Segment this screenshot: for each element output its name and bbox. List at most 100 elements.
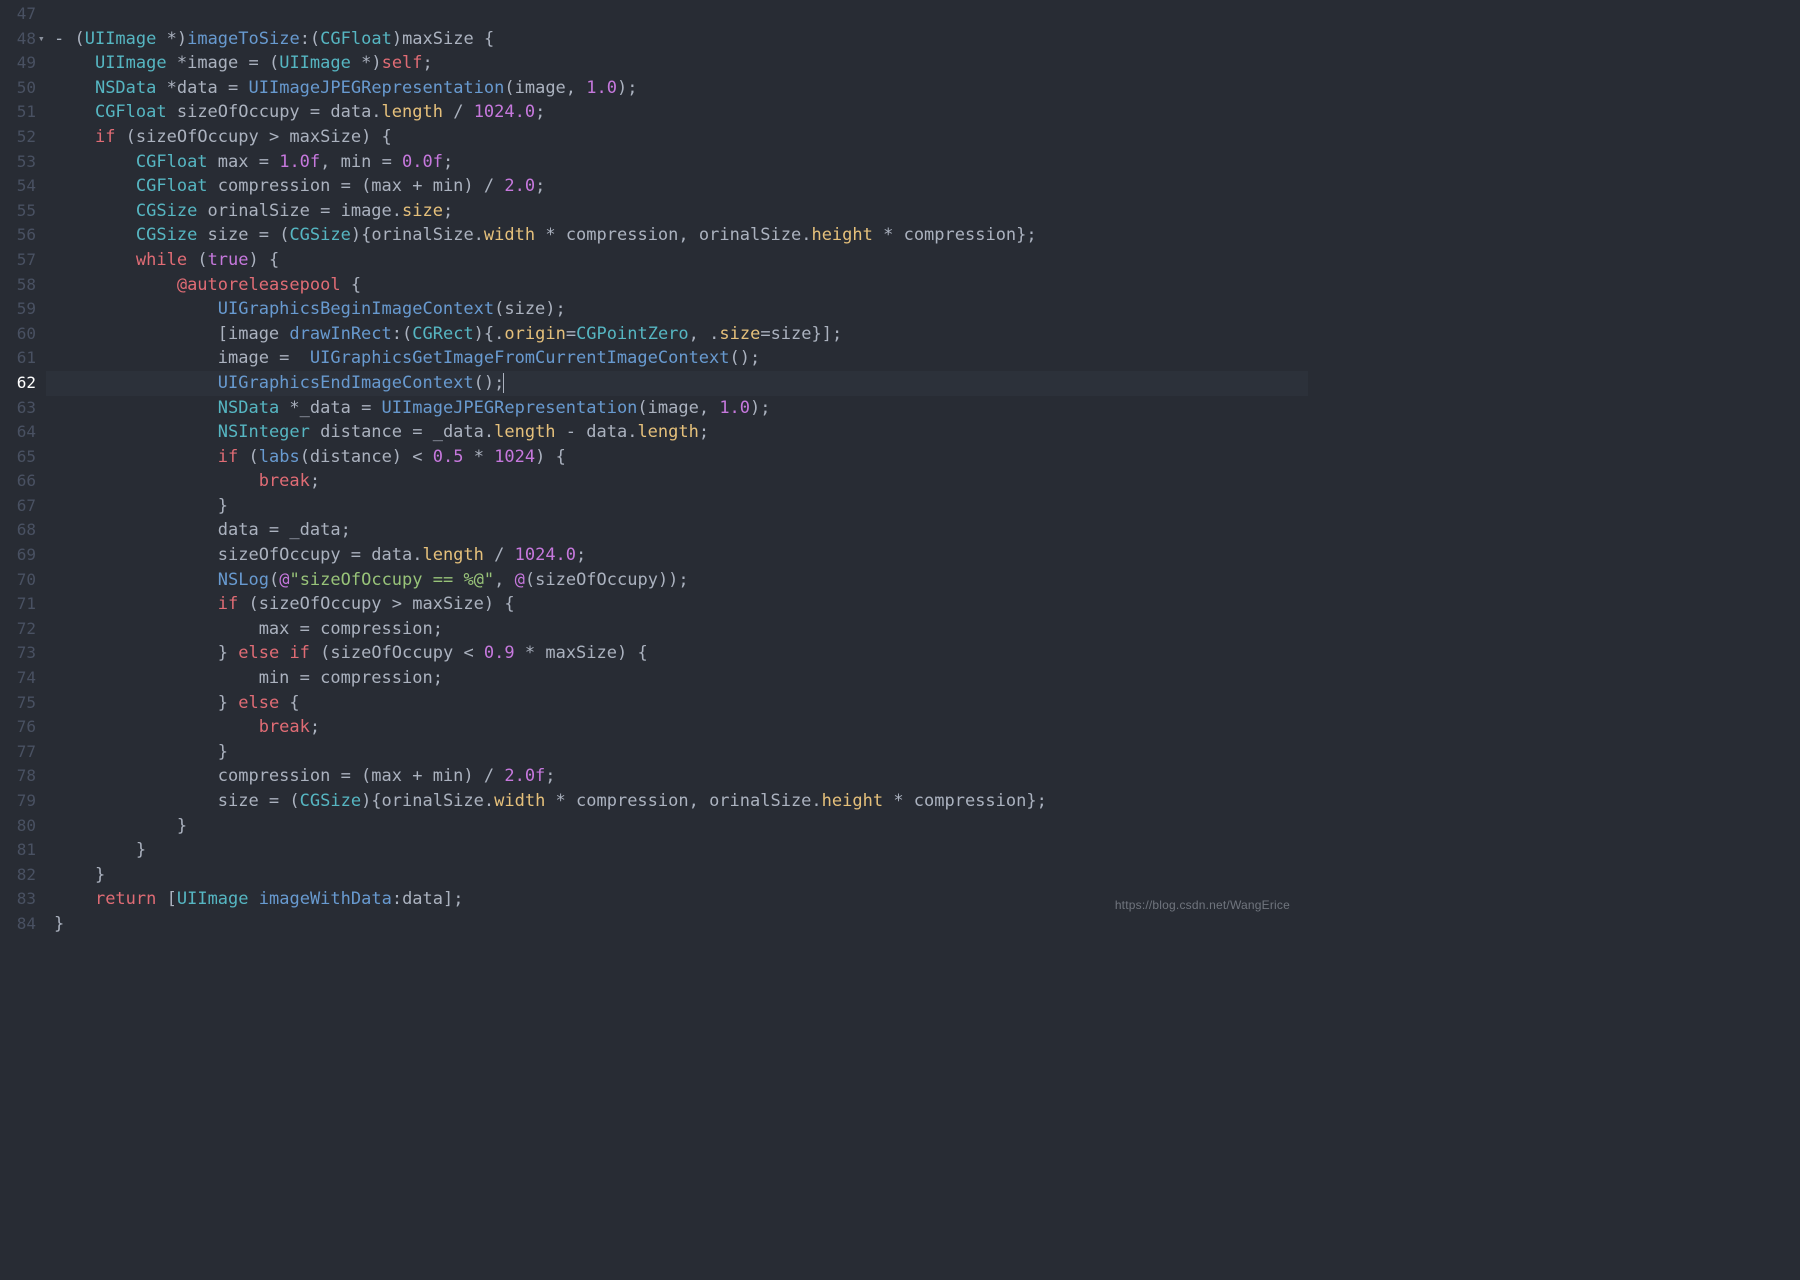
code-token: } — [54, 693, 238, 713]
code-line[interactable]: } — [54, 814, 1300, 839]
code-token: , — [494, 570, 514, 590]
code-token: self — [382, 53, 423, 73]
code-token: if — [218, 594, 238, 614]
line-number: 67 — [0, 494, 46, 519]
code-token — [54, 250, 136, 270]
code-line[interactable]: min = compression; — [54, 666, 1300, 691]
code-line[interactable]: } — [54, 863, 1300, 888]
code-line[interactable]: CGSize orinalSize = image.size; — [54, 199, 1300, 224]
line-number: 64 — [0, 420, 46, 445]
code-line[interactable]: image = UIGraphicsGetImageFromCurrentIma… — [54, 346, 1300, 371]
code-line[interactable]: UIImage *image = (UIImage *)self; — [54, 51, 1300, 76]
code-line[interactable]: CGSize size = (CGSize){orinalSize.width … — [54, 223, 1300, 248]
line-number: 59 — [0, 297, 46, 322]
code-line[interactable]: CGFloat compression = (max + min) / 2.0; — [54, 174, 1300, 199]
code-token: { — [341, 275, 361, 295]
code-line[interactable]: NSInteger distance = _data.length - data… — [54, 420, 1300, 445]
code-token: ; — [310, 717, 320, 737]
code-token: CGSize — [136, 201, 197, 221]
code-line[interactable]: [image drawInRect:(CGRect){.origin=CGPoi… — [54, 322, 1300, 347]
line-number: 69 — [0, 543, 46, 568]
line-number: 82 — [0, 863, 46, 888]
code-line[interactable]: if (sizeOfOccupy > maxSize) { — [54, 125, 1300, 150]
code-token: drawInRect — [289, 324, 391, 344]
code-line[interactable]: } — [54, 494, 1300, 519]
code-token: :data]; — [392, 889, 464, 909]
code-line[interactable]: } — [54, 838, 1300, 863]
code-line[interactable]: UIGraphicsEndImageContext(); — [46, 371, 1308, 396]
code-token: * compression, orinalSize. — [545, 791, 821, 811]
code-token: ; — [310, 471, 320, 491]
code-token: ; — [443, 201, 453, 221]
code-line[interactable]: NSData *data = UIImageJPEGRepresentation… — [54, 76, 1300, 101]
code-line[interactable]: size = (CGSize){orinalSize.width * compr… — [54, 789, 1300, 814]
code-line[interactable]: NSData *_data = UIImageJPEGRepresentatio… — [54, 396, 1300, 421]
code-token: UIImageJPEGRepresentation — [249, 78, 505, 98]
code-token: 1024.0 — [515, 545, 576, 565]
code-line[interactable]: compression = (max + min) / 2.0f; — [54, 764, 1300, 789]
code-token: max = — [208, 152, 280, 172]
code-token: NSData — [95, 78, 156, 98]
code-token: break — [259, 717, 310, 737]
code-line[interactable]: break; — [54, 469, 1300, 494]
code-token: ){. — [474, 324, 505, 344]
code-line[interactable]: NSLog(@"sizeOfOccupy == %@", @(sizeOfOcc… — [54, 568, 1300, 593]
code-token — [54, 102, 95, 122]
code-token: (); — [474, 373, 505, 393]
code-line[interactable]: sizeOfOccupy = data.length / 1024.0; — [54, 543, 1300, 568]
code-line[interactable]: @autoreleasepool { — [54, 273, 1300, 298]
code-token: while — [136, 250, 187, 270]
line-number: 75 — [0, 691, 46, 716]
code-line[interactable]: if (labs(distance) < 0.5 * 1024) { — [54, 445, 1300, 470]
line-number: 49 — [0, 51, 46, 76]
code-token — [54, 53, 95, 73]
code-token — [54, 422, 218, 442]
code-line[interactable]: } — [54, 912, 1300, 937]
text-cursor — [503, 373, 504, 393]
line-number: 61 — [0, 346, 46, 371]
code-token: { — [279, 693, 299, 713]
code-line[interactable]: return [UIImage imageWithData:data]; — [54, 887, 1300, 912]
code-line[interactable]: CGFloat sizeOfOccupy = data.length / 102… — [54, 100, 1300, 125]
code-line[interactable]: UIGraphicsBeginImageContext(size); — [54, 297, 1300, 322]
code-line[interactable]: } else { — [54, 691, 1300, 716]
line-number-gutter: 4748495051525354555657585960616263646566… — [0, 0, 46, 924]
code-token: 1024.0 — [474, 102, 535, 122]
code-line[interactable]: data = _data; — [54, 518, 1300, 543]
code-token: ; — [535, 176, 545, 196]
code-token: compression = (max + min) / — [208, 176, 505, 196]
code-editor[interactable]: 4748495051525354555657585960616263646566… — [0, 0, 1300, 924]
code-token: width — [484, 225, 535, 245]
code-line[interactable]: while (true) { — [54, 248, 1300, 273]
code-token: * — [463, 447, 494, 467]
code-token: )maxSize { — [392, 29, 494, 49]
code-token: } — [54, 816, 187, 836]
code-token — [54, 201, 136, 221]
code-token: *_data = — [279, 398, 381, 418]
code-token — [54, 447, 218, 467]
code-line[interactable]: } — [54, 740, 1300, 765]
watermark-text: https://blog.csdn.net/WangErice — [1115, 893, 1290, 918]
code-area[interactable]: - (UIImage *)imageToSize:(CGFloat)maxSiz… — [46, 0, 1300, 924]
code-line[interactable]: max = compression; — [54, 617, 1300, 642]
code-line[interactable]: if (sizeOfOccupy > maxSize) { — [54, 592, 1300, 617]
code-line[interactable]: } else if (sizeOfOccupy < 0.9 * maxSize)… — [54, 641, 1300, 666]
code-line[interactable]: CGFloat max = 1.0f, min = 0.0f; — [54, 150, 1300, 175]
code-line[interactable]: break; — [54, 715, 1300, 740]
line-number: 52 — [0, 125, 46, 150]
code-token: [image — [54, 324, 289, 344]
code-token — [54, 299, 218, 319]
line-number: 47 — [0, 2, 46, 27]
code-token: ){orinalSize. — [351, 225, 484, 245]
line-number: 68 — [0, 518, 46, 543]
code-token: *) — [351, 53, 382, 73]
code-line[interactable] — [54, 2, 1300, 27]
code-token: [ — [156, 889, 176, 909]
code-token: *data = — [156, 78, 248, 98]
line-number: 53 — [0, 150, 46, 175]
code-token: ; — [443, 152, 453, 172]
code-token: image = — [54, 348, 310, 368]
code-token: NSLog — [218, 570, 269, 590]
code-line[interactable]: - (UIImage *)imageToSize:(CGFloat)maxSiz… — [54, 27, 1300, 52]
code-token: size = ( — [197, 225, 289, 245]
